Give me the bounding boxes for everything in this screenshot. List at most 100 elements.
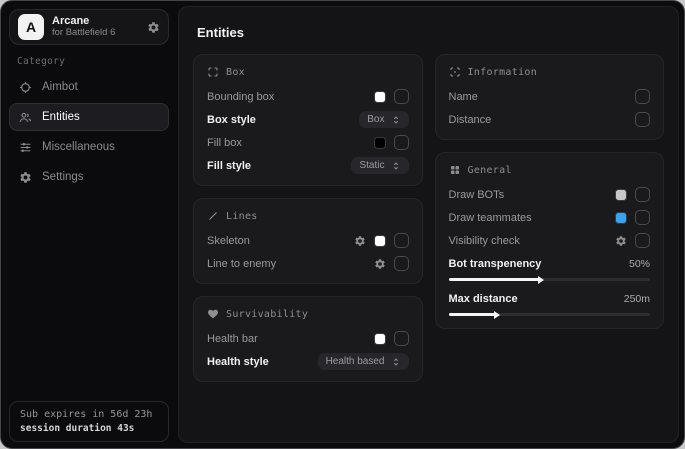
checkbox[interactable] [635, 233, 650, 248]
slider-fill [449, 278, 540, 281]
checkbox[interactable] [394, 256, 409, 271]
card-survivability-header: Survivability [207, 308, 409, 320]
right-column: Information Name Distance [435, 54, 665, 329]
health-style-dropdown[interactable]: Health based [318, 353, 409, 370]
brand-gear-icon[interactable] [147, 21, 160, 34]
app-window: A Arcane for Battlefield 6 Category Aimb… [0, 0, 685, 449]
sub-expiry-text: Sub expires in 56d 23h [20, 409, 158, 420]
gear-icon[interactable] [354, 235, 366, 247]
card-information-header: Information [449, 66, 651, 78]
sidebar-item-label: Miscellaneous [42, 141, 115, 153]
dropdown-value: Static [359, 160, 384, 171]
users-icon [19, 111, 32, 124]
app-name: Arcane [52, 15, 139, 28]
card-lines-header: Lines [207, 210, 409, 222]
checkbox[interactable] [635, 112, 650, 127]
session-duration-text: session duration 43s [20, 423, 158, 434]
card-box: Box Bounding box Box style Box [193, 54, 423, 186]
checkbox[interactable] [635, 210, 650, 225]
card-columns: Box Bounding box Box style Box [193, 54, 664, 382]
card-information: Information Name Distance [435, 54, 665, 140]
setting-row-draw-teammates: Draw teammates [449, 210, 651, 225]
checkbox[interactable] [635, 187, 650, 202]
sidebar-item-label: Settings [42, 171, 84, 183]
unfold-icon [391, 115, 401, 125]
sliders-icon [19, 141, 32, 154]
setting-label: Draw BOTs [449, 189, 505, 201]
setting-row-line-to-enemy: Line to enemy [207, 256, 409, 271]
card-title: Survivability [226, 309, 308, 320]
color-swatch[interactable] [374, 333, 386, 345]
dropdown-value: Box [367, 114, 384, 125]
left-column: Box Bounding box Box style Box [193, 54, 423, 382]
checkbox[interactable] [635, 89, 650, 104]
color-swatch[interactable] [374, 235, 386, 247]
setting-row-distance: Distance [449, 112, 651, 127]
setting-row-fill-box: Fill box [207, 135, 409, 150]
color-swatch[interactable] [615, 189, 627, 201]
brand-card: A Arcane for Battlefield 6 [9, 9, 169, 45]
sidebar-item-label: Aimbot [42, 81, 78, 93]
color-swatch[interactable] [615, 212, 627, 224]
box-style-dropdown[interactable]: Box [359, 111, 408, 128]
corners-icon [207, 66, 219, 78]
color-swatch[interactable] [374, 91, 386, 103]
grid-icon [449, 164, 461, 176]
setting-row-max-distance: Max distance 250m [449, 291, 651, 316]
checkbox[interactable] [394, 331, 409, 346]
setting-label: Line to enemy [207, 258, 276, 270]
setting-label: Max distance [449, 293, 518, 305]
brand-initial: A [26, 19, 36, 35]
setting-label: Bounding box [207, 91, 274, 103]
bot-transparency-slider[interactable] [449, 278, 651, 281]
card-general: General Draw BOTs Draw teammates [435, 152, 665, 329]
card-lines: Lines Skeleton Line to enemy [193, 198, 423, 284]
setting-row-name: Name [449, 89, 651, 104]
sidebar-item-entities[interactable]: Entities [9, 103, 169, 131]
heart-icon [207, 308, 219, 320]
setting-row-box-style: Box style Box [207, 112, 409, 127]
sidebar-item-aimbot[interactable]: Aimbot [9, 73, 169, 101]
gear-icon[interactable] [615, 235, 627, 247]
unfold-icon [391, 357, 401, 367]
dropdown-value: Health based [326, 356, 385, 367]
setting-row-fill-style: Fill style Static [207, 158, 409, 173]
setting-row-bounding-box: Bounding box [207, 89, 409, 104]
gear-icon [19, 171, 32, 184]
max-distance-slider[interactable] [449, 313, 651, 316]
setting-row-skeleton: Skeleton [207, 233, 409, 248]
main-panel: Entities Box Bounding box [178, 6, 679, 443]
gear-icon[interactable] [374, 258, 386, 270]
setting-row-draw-bots: Draw BOTs [449, 187, 651, 202]
subscription-info: Sub expires in 56d 23h session duration … [9, 401, 169, 442]
card-title: Lines [226, 211, 258, 222]
slider-value: 250m [624, 293, 650, 305]
setting-label: Health bar [207, 333, 258, 345]
setting-label: Fill box [207, 137, 242, 149]
checkbox[interactable] [394, 233, 409, 248]
setting-label: Distance [449, 114, 492, 126]
card-general-header: General [449, 164, 651, 176]
color-swatch[interactable] [374, 137, 386, 149]
crosshair-icon [19, 81, 32, 94]
sidebar-nav: Aimbot Entities Miscellaneous Settings [9, 73, 169, 191]
setting-label: Fill style [207, 160, 251, 172]
slider-value: 50% [629, 258, 650, 270]
sidebar-item-settings[interactable]: Settings [9, 163, 169, 191]
card-survivability: Survivability Health bar Health style He… [193, 296, 423, 382]
sidebar-item-miscellaneous[interactable]: Miscellaneous [9, 133, 169, 161]
checkbox[interactable] [394, 89, 409, 104]
setting-row-visibility-check: Visibility check [449, 233, 651, 248]
sidebar-item-label: Entities [42, 111, 80, 123]
checkbox[interactable] [394, 135, 409, 150]
sidebar: A Arcane for Battlefield 6 Category Aimb… [1, 1, 177, 448]
setting-label: Skeleton [207, 235, 250, 247]
brand-text: Arcane for Battlefield 6 [52, 15, 139, 39]
card-title: Box [226, 67, 245, 78]
setting-label: Name [449, 91, 478, 103]
slider-fill [449, 313, 495, 316]
app-subtitle: for Battlefield 6 [52, 28, 139, 39]
setting-row-health-style: Health style Health based [207, 354, 409, 369]
card-title: Information [468, 67, 538, 78]
fill-style-dropdown[interactable]: Static [351, 157, 408, 174]
